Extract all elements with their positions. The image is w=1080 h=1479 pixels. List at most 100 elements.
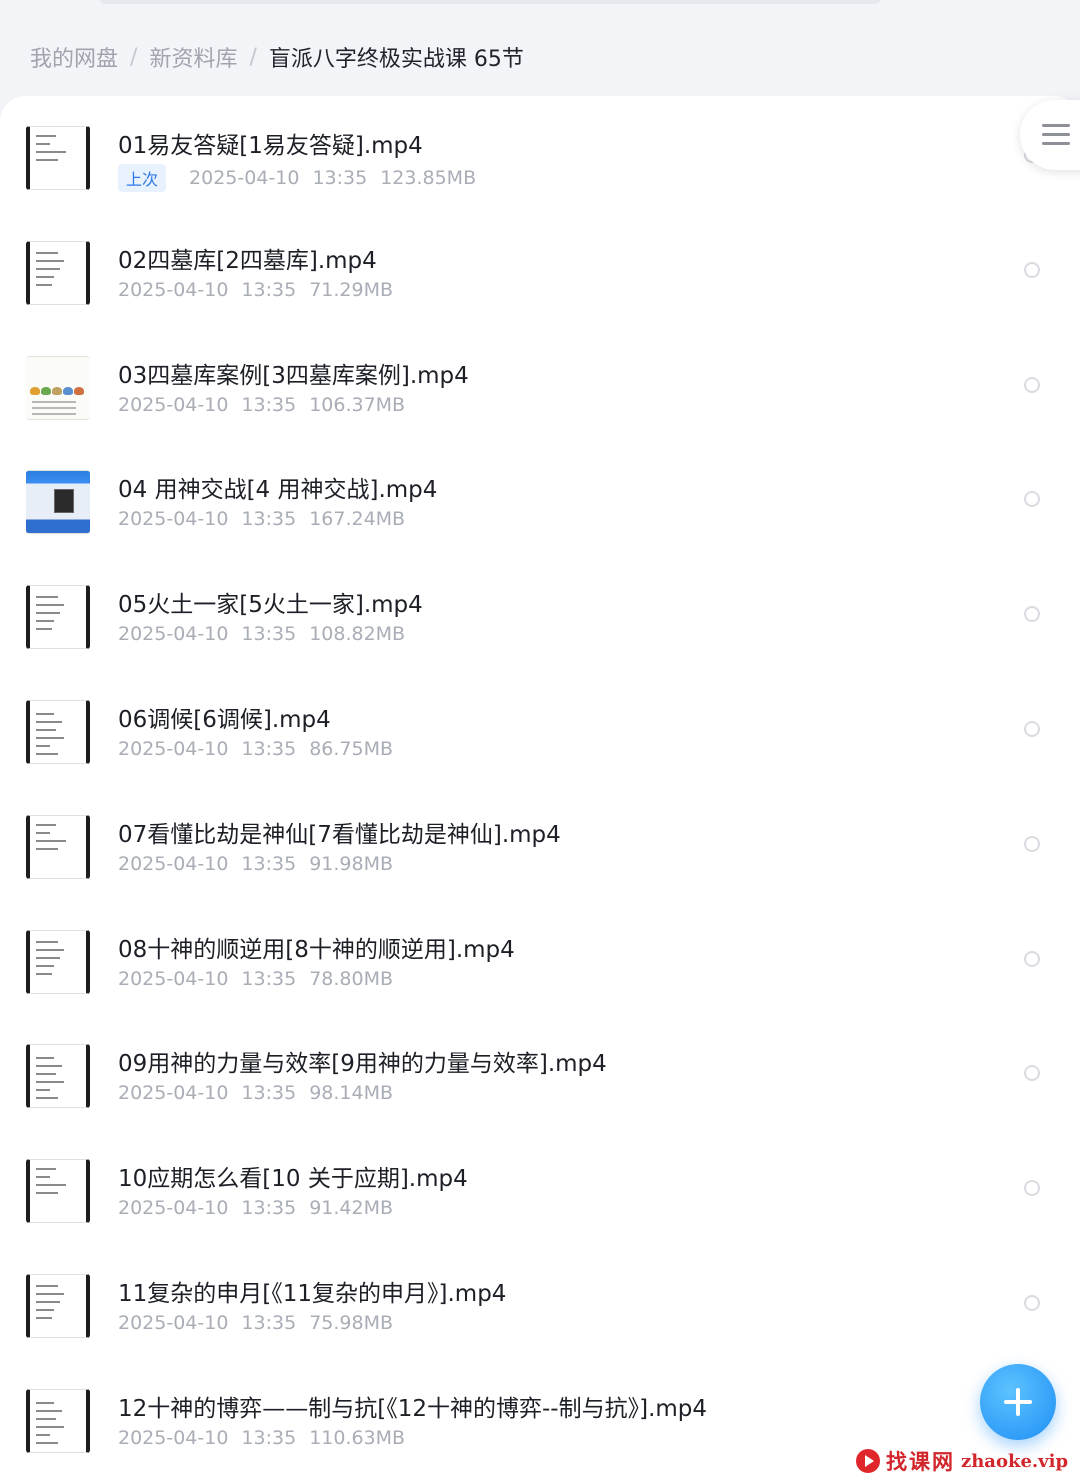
- file-row[interactable]: 04 用神交战[4 用神交战].mp4 2025-04-10 13:35 167.24…: [0, 444, 1080, 559]
- file-meta: 2025-04-10 13:35 86.75MB: [118, 738, 393, 760]
- file-name: 04 用神交战[4 用神交战].mp4: [118, 477, 438, 504]
- file-size: 167.24MB: [309, 508, 406, 531]
- file-meta: 上次 2025-04-10 13:35 123.85MB: [118, 164, 476, 192]
- file-size: 91.98MB: [309, 852, 394, 875]
- select-radio-icon[interactable]: [1024, 261, 1040, 278]
- play-logo-icon: [856, 1449, 880, 1473]
- breadcrumb-separator: /: [130, 44, 138, 70]
- file-size: 75.98MB: [309, 1312, 394, 1334]
- file-meta: 2025-04-10 13:35 91.42MB: [118, 1197, 393, 1219]
- video-thumbnail: [26, 929, 90, 994]
- select-radio-icon[interactable]: [1024, 1180, 1040, 1197]
- file-date: 2025-04-10: [118, 1312, 229, 1334]
- breadcrumb-parent[interactable]: 新资料库: [149, 41, 237, 73]
- file-size: 98.14MB: [309, 1082, 394, 1105]
- file-name: 02四墓库[2四墓库].mp4: [118, 247, 377, 274]
- select-radio-icon[interactable]: [1024, 1065, 1040, 1082]
- file-date: 2025-04-10: [118, 278, 229, 301]
- file-row[interactable]: 07看懂比劫是神仙[7看懂比劫是神仙].mp4 2025-04-10 13:35 91…: [0, 789, 1080, 904]
- breadcrumb: 我的网盘 / 新资料库 / 盲派八字终极实战课 65节: [30, 40, 524, 74]
- file-name: 11复杂的申月[《11复杂的申月》].mp4: [118, 1281, 507, 1307]
- file-time: 13:35: [241, 393, 297, 416]
- video-thumbnail: [26, 240, 90, 305]
- video-thumbnail: [26, 1159, 90, 1224]
- file-name: 07看懂比劫是神仙[7看懂比劫是神仙].mp4: [118, 821, 561, 848]
- watermark: 找课网 zhaoke.vip: [856, 1444, 1068, 1478]
- file-size: 71.29MB: [309, 278, 394, 301]
- video-thumbnail: [26, 470, 90, 535]
- file-size: 106.37MB: [309, 393, 406, 416]
- file-row[interactable]: 08十神的顺逆用[8十神的顺逆用].mp4 2025-04-10 13:35 78.8…: [0, 904, 1080, 1019]
- file-time: 13:35: [241, 1312, 297, 1334]
- file-time: 13:35: [241, 1426, 297, 1449]
- file-date: 2025-04-10: [118, 852, 229, 875]
- breadcrumb-root[interactable]: 我的网盘: [30, 41, 118, 73]
- file-time: 13:35: [241, 278, 297, 301]
- file-row[interactable]: 05火土一家[5火土一家].mp4 2025-04-10 13:35 108.82MB: [0, 559, 1080, 674]
- video-thumbnail: [26, 355, 90, 420]
- file-name: 08十神的顺逆用[8十神的顺逆用].mp4: [118, 936, 515, 963]
- video-thumbnail: [26, 814, 90, 879]
- file-time: 13:35: [241, 1197, 297, 1220]
- watermark-en: zhaoke.vip: [961, 1450, 1069, 1472]
- select-radio-icon[interactable]: [1024, 950, 1040, 967]
- file-date: 2025-04-10: [118, 508, 229, 531]
- file-date: 2025-04-10: [118, 1426, 229, 1449]
- file-row[interactable]: 06调候[6调候].mp4 2025-04-10 13:35 86.75MB: [0, 674, 1080, 789]
- video-thumbnail: [26, 126, 90, 190]
- file-date: 2025-04-10: [118, 967, 229, 990]
- file-row[interactable]: 09用神的力量与效率[9用神的力量与效率].mp4 2025-04-10 13:35…: [0, 1018, 1080, 1133]
- file-size: 110.63MB: [309, 1426, 406, 1449]
- select-radio-icon[interactable]: [1024, 491, 1040, 508]
- file-row[interactable]: 03四墓库案例[3四墓库案例].mp4 2025-04-10 13:35 106.37…: [0, 330, 1080, 445]
- file-row[interactable]: 11复杂的申月[《11复杂的申月》].mp4 2025-04-10 13:35 75.…: [0, 1248, 1080, 1363]
- file-date: 2025-04-10: [118, 623, 229, 646]
- file-name: 03四墓库案例[3四墓库案例].mp4: [118, 362, 469, 389]
- select-radio-icon[interactable]: [1024, 721, 1040, 737]
- file-meta: 2025-04-10 13:35 98.14MB: [118, 1082, 393, 1104]
- file-name: 10应期怎么看[10 关于应期].mp4: [118, 1166, 468, 1193]
- file-size: 78.80MB: [309, 967, 394, 990]
- breadcrumb-separator: /: [249, 44, 257, 70]
- file-time: 13:35: [241, 738, 297, 760]
- select-radio-icon[interactable]: [1024, 835, 1040, 852]
- file-date: 2025-04-10: [189, 167, 300, 189]
- file-row[interactable]: 10应期怎么看[10 关于应期].mp4 2025-04-10 13:35 91.42…: [0, 1133, 1080, 1248]
- file-size: 123.85MB: [380, 167, 477, 189]
- file-meta: 2025-04-10 13:35 71.29MB: [118, 279, 393, 301]
- watermark-cn: 找课网: [886, 1449, 955, 1474]
- file-meta: 2025-04-10 13:35 75.98MB: [118, 1312, 393, 1334]
- select-radio-icon[interactable]: [1024, 1295, 1040, 1311]
- top-search-strip: [100, 0, 880, 4]
- breadcrumb-current: 盲派八字终极实战课 65节: [268, 47, 524, 72]
- add-button[interactable]: [980, 1364, 1056, 1440]
- video-thumbnail: [26, 585, 90, 650]
- file-meta: 2025-04-10 13:35 91.98MB: [118, 853, 393, 875]
- video-thumbnail: [26, 700, 90, 764]
- select-radio-icon[interactable]: [1024, 606, 1040, 623]
- file-size: 91.42MB: [309, 1197, 394, 1220]
- file-list-panel: 01易友答疑[1易友答疑].mp4 上次 2025-04-10 13:35 123.85…: [0, 96, 1080, 1479]
- file-row[interactable]: 02四墓库[2四墓库].mp4 2025-04-10 13:35 71.29MB: [0, 215, 1080, 330]
- file-size: 86.75MB: [309, 738, 394, 760]
- last-viewed-badge: 上次: [118, 164, 167, 192]
- file-name: 12十神的博弈——制与抗[《12十神的博弈--制与抗》].mp4: [118, 1395, 708, 1422]
- file-name: 01易友答疑[1易友答疑].mp4: [118, 133, 423, 159]
- file-name: 06调候[6调候].mp4: [118, 707, 331, 733]
- video-thumbnail: [26, 1274, 90, 1338]
- file-time: 13:35: [241, 852, 297, 875]
- file-name: 05火土一家[5火土一家].mp4: [118, 592, 423, 619]
- video-thumbnail: [26, 1044, 90, 1109]
- file-meta: 2025-04-10 13:35 108.82MB: [118, 623, 405, 645]
- file-meta: 2025-04-10 13:35 110.63MB: [118, 1427, 405, 1449]
- file-time: 13:35: [241, 623, 297, 646]
- file-date: 2025-04-10: [118, 1082, 229, 1105]
- file-time: 13:35: [241, 967, 297, 990]
- file-meta: 2025-04-10 13:35 78.80MB: [118, 968, 393, 990]
- file-date: 2025-04-10: [118, 1197, 229, 1220]
- file-row[interactable]: 01易友答疑[1易友答疑].mp4 上次 2025-04-10 13:35 123.85…: [0, 100, 1080, 215]
- file-time: 13:35: [241, 508, 297, 531]
- select-radio-icon[interactable]: [1024, 376, 1040, 393]
- file-meta: 2025-04-10 13:35 106.37MB: [118, 394, 405, 416]
- file-name: 09用神的力量与效率[9用神的力量与效率].mp4: [118, 1051, 607, 1078]
